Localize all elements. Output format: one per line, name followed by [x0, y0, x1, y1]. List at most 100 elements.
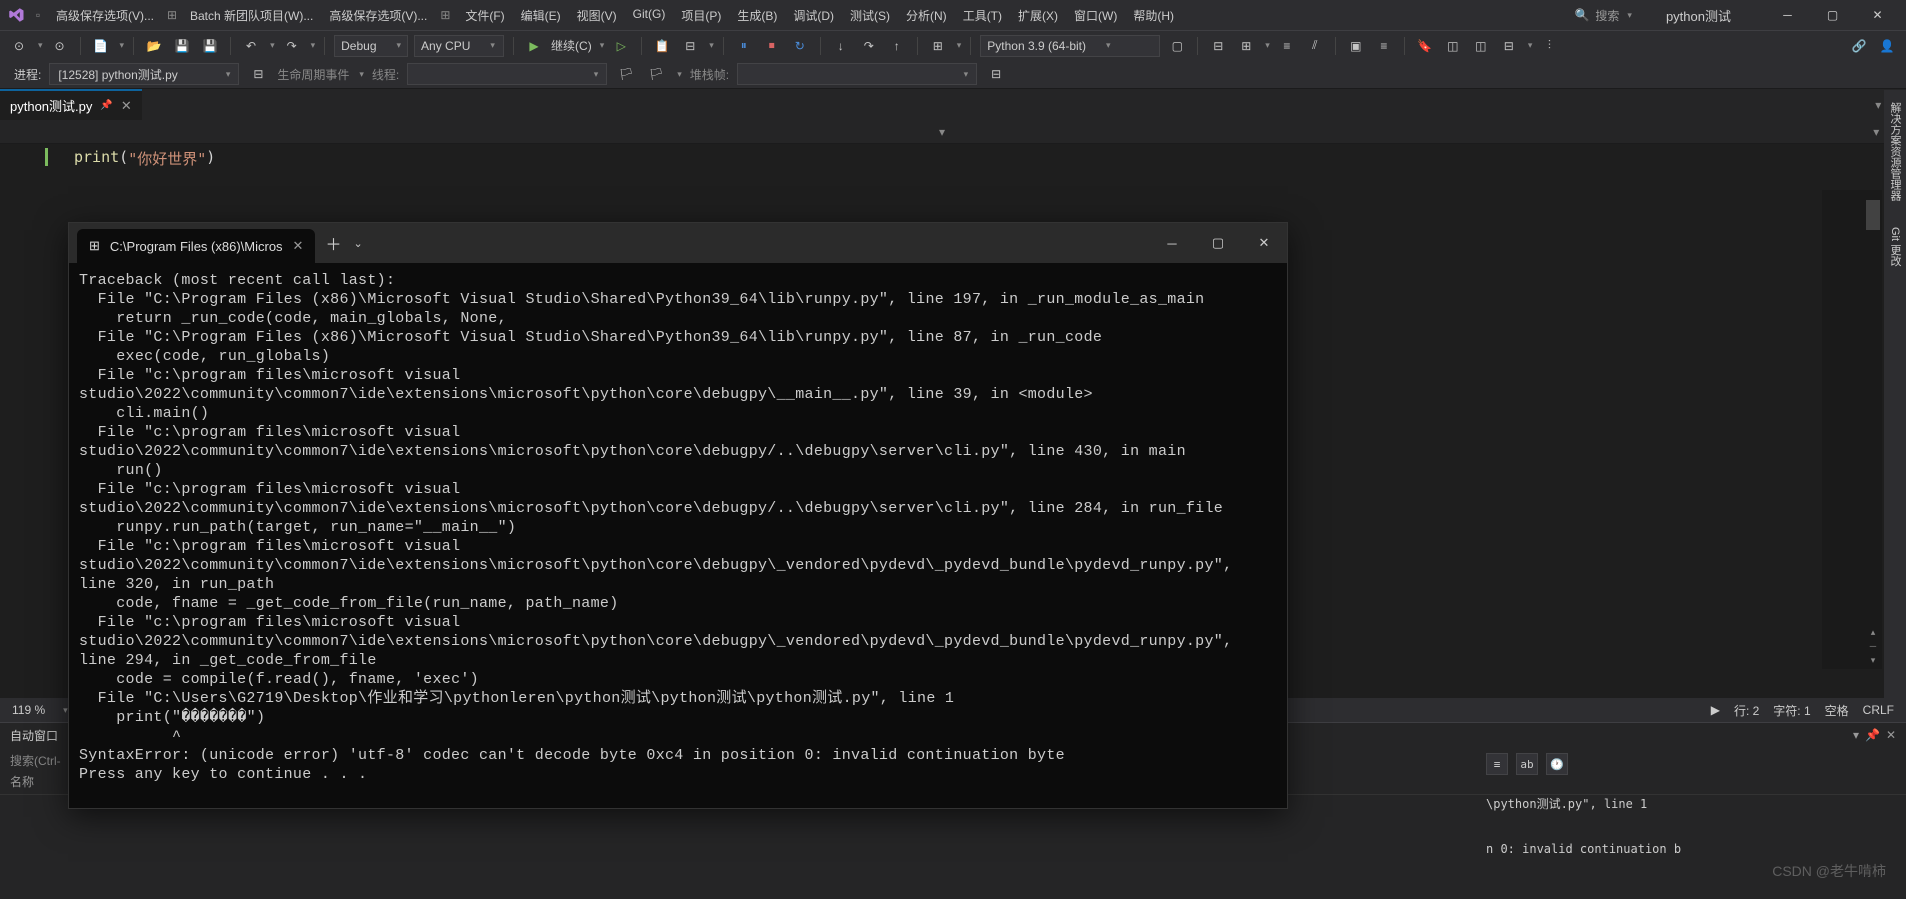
sf-icon[interactable]: ⊟: [985, 63, 1007, 85]
tb-icon-h[interactable]: ◫: [1442, 35, 1464, 57]
terminal-output[interactable]: Traceback (most recent call last): File …: [69, 263, 1287, 808]
continue-icon[interactable]: ▶: [523, 35, 545, 57]
step-into-icon[interactable]: ↓: [830, 35, 852, 57]
menu-edit[interactable]: 编辑(E): [513, 7, 569, 24]
menu-extensions[interactable]: 扩展(X): [1010, 7, 1066, 24]
tb-icon-k[interactable]: ⫶: [1538, 35, 1560, 57]
output-tool-icon1[interactable]: ≡: [1486, 753, 1508, 775]
continue-label[interactable]: 继续(C): [551, 37, 592, 54]
status-line[interactable]: 行: 2: [1734, 702, 1759, 719]
lifecycle-icon[interactable]: ⊟: [247, 63, 269, 85]
terminal-maximize-button[interactable]: ▢: [1195, 223, 1241, 263]
config-combo[interactable]: Debug: [334, 35, 408, 57]
account-icon[interactable]: 👤: [1876, 35, 1898, 57]
editor-tab-active[interactable]: python测试.py 📌 ✕: [0, 89, 142, 120]
menu-file[interactable]: 文件(F): [457, 7, 512, 24]
scroll-up-icon[interactable]: ▴: [1866, 625, 1880, 639]
nav-back-icon[interactable]: ⊙: [8, 35, 30, 57]
zoom-level[interactable]: 119 %: [12, 703, 45, 717]
stackframe-combo[interactable]: [737, 63, 977, 85]
panel-dropdown-icon[interactable]: ▾: [1853, 728, 1859, 742]
scroll-split-icon[interactable]: ─: [1866, 639, 1880, 653]
titlebar-item-3[interactable]: 高级保存选项(V)...: [323, 7, 433, 24]
save-all-icon[interactable]: 💾: [199, 35, 221, 57]
toolbar-icon-1[interactable]: 📋: [651, 35, 673, 57]
panel-close-icon[interactable]: ✕: [1886, 728, 1896, 742]
open-icon[interactable]: 📂: [143, 35, 165, 57]
menu-window[interactable]: 窗口(W): [1066, 7, 1125, 24]
tab-close-icon[interactable]: ✕: [121, 98, 132, 114]
panel-search-label[interactable]: 搜索(Ctrl-: [10, 752, 61, 769]
titlebar-item-1[interactable]: 高级保存选项(V)...: [50, 7, 160, 24]
step-over-icon[interactable]: ↷: [858, 35, 880, 57]
titlebar-item-2[interactable]: Batch 新团队项目(W)...: [184, 7, 319, 24]
terminal-newtab-icon[interactable]: ＋: [325, 231, 341, 255]
save-icon[interactable]: 💾: [171, 35, 193, 57]
thread-combo[interactable]: [407, 63, 607, 85]
panel-pin-icon[interactable]: 📌: [1865, 728, 1880, 742]
terminal-tab-close-icon[interactable]: ✕: [293, 238, 304, 254]
share-icon[interactable]: 🔗: [1848, 35, 1870, 57]
close-button[interactable]: ✕: [1855, 1, 1900, 29]
status-col[interactable]: 字符: 1: [1773, 702, 1810, 719]
scroll-thumb[interactable]: [1866, 200, 1880, 230]
terminal-minimize-button[interactable]: ─: [1149, 223, 1195, 263]
status-crlf[interactable]: CRLF: [1863, 703, 1894, 717]
scroll-down-icon[interactable]: ▾: [1866, 653, 1880, 667]
tb-icon-j[interactable]: ⊟: [1498, 35, 1520, 57]
undo-icon[interactable]: ↶: [240, 35, 262, 57]
nav-left-combo[interactable]: ▾: [0, 120, 953, 143]
sidebar-tab-git[interactable]: Git 更改: [1885, 221, 1905, 272]
scroll-right-icon[interactable]: ▶: [1711, 703, 1720, 717]
terminal-tab[interactable]: ⊞ C:\Program Files (x86)\Micros ✕: [77, 229, 315, 263]
terminal-close-button[interactable]: ✕: [1241, 223, 1287, 263]
pin-icon[interactable]: 📌: [100, 100, 112, 111]
status-spaces[interactable]: 空格: [1825, 702, 1849, 719]
tab-tool-dropdown-icon[interactable]: ▾: [1875, 98, 1881, 112]
redo-icon[interactable]: ↷: [281, 35, 303, 57]
tb-icon-e[interactable]: ▣: [1345, 35, 1367, 57]
minimize-button[interactable]: ─: [1765, 1, 1810, 29]
process-combo[interactable]: [12528] python测试.py: [49, 63, 239, 85]
menu-view[interactable]: 视图(V): [569, 7, 625, 24]
panel-title-label[interactable]: 自动窗口: [10, 727, 58, 744]
tb-icon-f[interactable]: ≡: [1373, 35, 1395, 57]
tb-icon-i[interactable]: ◫: [1470, 35, 1492, 57]
flag-icon2[interactable]: 🏳: [645, 63, 667, 85]
tb-icon-c[interactable]: ≡: [1276, 35, 1298, 57]
tb-icon-b[interactable]: ⊞: [1235, 35, 1257, 57]
platform-combo[interactable]: Any CPU: [414, 35, 504, 57]
menu-tools[interactable]: 工具(T): [955, 7, 1010, 24]
toolbar-icon-2[interactable]: ⊟: [679, 35, 701, 57]
sidebar-tab-solution[interactable]: 解决方案资源管理器: [1885, 96, 1905, 207]
search-box[interactable]: 🔍 搜索 ▾: [1574, 7, 1632, 24]
output-tool-icon3[interactable]: 🕐: [1546, 753, 1568, 775]
maximize-button[interactable]: ▢: [1810, 1, 1855, 29]
terminal-dropdown-icon[interactable]: ⌄: [353, 237, 362, 250]
menu-git[interactable]: Git(G): [625, 7, 674, 24]
nav-right-combo[interactable]: ▾ ＋: [953, 120, 1906, 143]
tb-icon-g[interactable]: 🔖: [1414, 35, 1436, 57]
toolbar-misc-icon[interactable]: ⊞: [927, 35, 949, 57]
new-project-icon[interactable]: 📄: [90, 35, 112, 57]
stop-icon[interactable]: ⏹: [761, 35, 783, 57]
restart-icon[interactable]: ↻: [789, 35, 811, 57]
menu-build[interactable]: 生成(B): [729, 7, 785, 24]
step-out-icon[interactable]: ↑: [886, 35, 908, 57]
code-editor[interactable]: print("你好世界"): [0, 144, 1906, 192]
tb-icon-a[interactable]: ⊟: [1207, 35, 1229, 57]
menu-analyze[interactable]: 分析(N): [898, 7, 955, 24]
output-tool-icon2[interactable]: ab: [1516, 753, 1538, 775]
menu-project[interactable]: 项目(P): [673, 7, 729, 24]
nav-fwd-icon[interactable]: ⊙: [49, 35, 71, 57]
menu-test[interactable]: 测试(S): [842, 7, 898, 24]
run-no-debug-icon[interactable]: ▷: [610, 35, 632, 57]
pause-icon[interactable]: ⏸: [733, 35, 755, 57]
env-info-icon[interactable]: ▢: [1166, 35, 1188, 57]
flag-icon[interactable]: 🏳: [615, 63, 637, 85]
menu-debug[interactable]: 调试(D): [785, 7, 842, 24]
tb-icon-d[interactable]: ⫽: [1304, 35, 1326, 57]
python-env-combo[interactable]: Python 3.9 (64-bit): [980, 35, 1160, 57]
editor-scrollbar[interactable]: ▴ ─ ▾: [1822, 190, 1882, 669]
menu-help[interactable]: 帮助(H): [1125, 7, 1182, 24]
